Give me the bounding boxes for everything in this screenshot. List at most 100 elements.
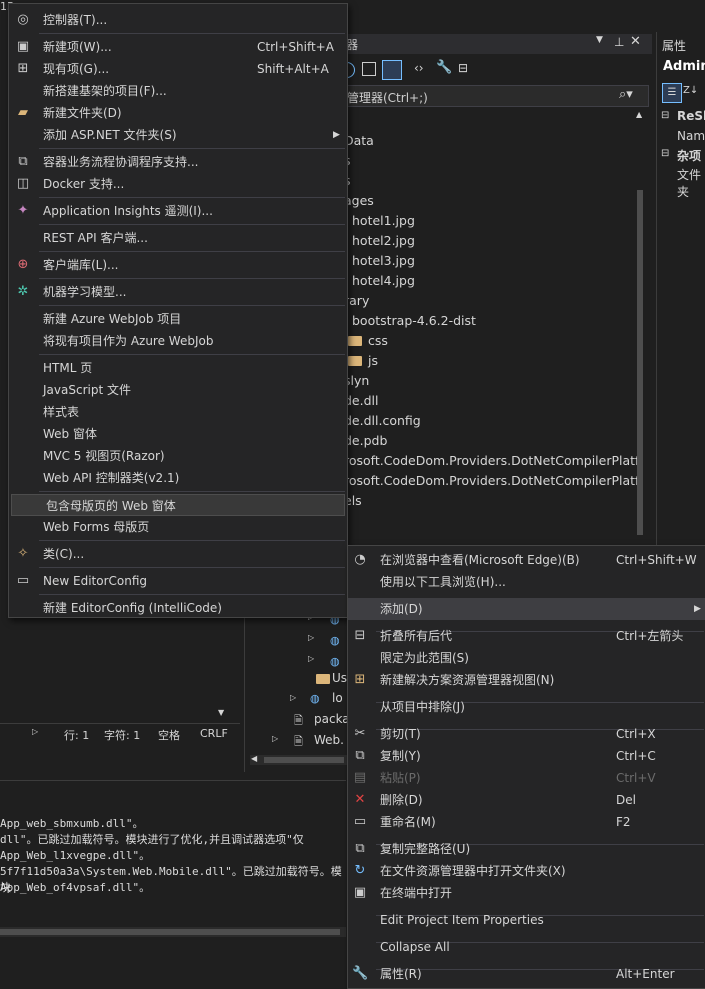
context-menu-item[interactable]: ▣ 在终端中打开 xyxy=(348,882,705,904)
add-menu-item[interactable]: 包含母版页的 Web 窗体 xyxy=(11,494,345,516)
add-menu-item[interactable]: REST API 客户端... xyxy=(9,227,347,249)
search-icon[interactable]: ⌕▾ xyxy=(619,87,633,102)
add-menu-item[interactable]: ▰ 新建文件夹(D) xyxy=(9,102,347,124)
context-menu-item[interactable]: Edit Project Item Properties xyxy=(348,909,705,931)
add-menu-item[interactable]: 新建 EditorConfig (IntelliCode) xyxy=(9,597,347,619)
add-menu-item[interactable]: ⊞ 现有项(G)... Shift+Alt+A xyxy=(9,58,347,80)
context-menu-item[interactable]: ↻ 在文件资源管理器中打开文件夹(X) xyxy=(348,860,705,882)
context-menu-item[interactable]: ✂ 剪切(T) Ctrl+X xyxy=(348,723,705,745)
add-menu-item[interactable]: Web API 控制器类(v2.1) xyxy=(9,467,347,489)
tree-expander-icon[interactable]: ▷ xyxy=(308,654,314,663)
close-icon[interactable]: ✕ xyxy=(630,34,641,49)
tree-item[interactable]: hotel4.jpg xyxy=(352,273,415,288)
context-menu-item[interactable]: ⧉ 复制完整路径(U) xyxy=(348,838,705,860)
add-menu-item[interactable]: 添加 ASP.NET 文件夹(S) ▶ xyxy=(9,124,347,146)
tree-expander-icon[interactable]: ▷ xyxy=(272,734,278,743)
tree-item[interactable]: js xyxy=(348,353,378,368)
context-menu-item[interactable]: ▭ 重命名(M) F2 xyxy=(348,811,705,833)
tree-item[interactable]: Web. xyxy=(314,733,344,747)
tree-item[interactable]: lo xyxy=(332,691,343,705)
add-menu-item[interactable]: 新搭建基架的项目(F)... xyxy=(9,80,347,102)
tree-scrollbar[interactable]: ▲ xyxy=(636,110,644,545)
tree-item[interactable]: de.dll.config xyxy=(344,413,421,428)
scroll-left-icon[interactable]: ◀ xyxy=(251,754,257,763)
pin-icon[interactable]: ⊥ xyxy=(614,35,624,49)
tree-item-label: de.dll.config xyxy=(344,413,421,428)
tree-item[interactable]: rosoft.CodeDom.Providers.DotNetCompilerP… xyxy=(344,453,639,468)
tree-item[interactable]: bootstrap-4.6.2-dist xyxy=(352,313,476,328)
add-menu-item[interactable]: HTML 页 xyxy=(9,357,347,379)
categorized-icon[interactable]: ☰ xyxy=(662,83,682,103)
add-menu-item[interactable]: ✲ 机器学习模型... xyxy=(9,281,347,303)
context-menu-item[interactable]: ⊟ 折叠所有后代 Ctrl+左箭头 xyxy=(348,625,705,647)
context-menu-item[interactable]: ◔ 在浏览器中查看(Microsoft Edge)(B) Ctrl+Shift+W xyxy=(348,549,705,571)
char-indicator[interactable]: 字符: 1 xyxy=(104,727,140,743)
add-menu-item[interactable]: JavaScript 文件 xyxy=(9,379,347,401)
search-box[interactable]: 管理器(Ctrl+;) ⌕▾ xyxy=(344,85,649,107)
add-menu-item[interactable]: ✧ 类(C)... xyxy=(9,543,347,565)
menu-item-label: 新搭建基架的项目(F)... xyxy=(43,84,167,98)
tree-item[interactable]: hotel3.jpg xyxy=(352,253,415,268)
tree-item[interactable]: de.pdb xyxy=(344,433,387,448)
add-menu-item[interactable]: ▣ 新建项(W)... Ctrl+Shift+A xyxy=(9,36,347,58)
add-menu-item[interactable]: ▭ New EditorConfig xyxy=(9,570,347,592)
horizontal-scrollbar[interactable]: ◀ xyxy=(250,754,348,765)
copy-path-icon: ⧉ xyxy=(355,841,365,856)
menu-item-shortcut: Ctrl+Shift+A xyxy=(257,40,334,54)
tree-expander-icon[interactable]: ▷ xyxy=(308,633,314,642)
show-all-files-icon[interactable] xyxy=(382,60,402,80)
output-hscroll[interactable] xyxy=(0,927,346,937)
dropdown-icon[interactable]: ▼ xyxy=(596,35,603,45)
add-menu-item[interactable]: MVC 5 视图页(Razor) xyxy=(9,445,347,467)
add-menu-item[interactable]: ⊕ 客户端库(L)... xyxy=(9,254,347,276)
property-category: ReSh xyxy=(677,109,705,123)
line-ending-indicator[interactable]: CRLF xyxy=(200,727,228,740)
context-menu-item[interactable]: 从项目中排除(J) xyxy=(348,696,705,718)
line-indicator[interactable]: 行: 1 xyxy=(64,727,89,743)
add-menu-item[interactable]: Web 窗体 xyxy=(9,423,347,445)
collapse-icon[interactable] xyxy=(362,62,376,76)
add-menu-item[interactable]: ◫ Docker 支持... xyxy=(9,173,347,195)
expand-toggle-icon[interactable]: ⊟ xyxy=(661,148,669,159)
tree-item[interactable]: de.dll xyxy=(344,393,378,408)
scroll-up-icon[interactable]: ▲ xyxy=(636,110,642,119)
tree-item[interactable]: css xyxy=(348,333,388,348)
paste-icon: ▤ xyxy=(353,770,367,785)
context-menu-item[interactable]: 🔧 属性(R) Alt+Enter xyxy=(348,963,705,985)
whitespace-indicator[interactable]: 空格 xyxy=(158,727,180,743)
tree-expander-icon[interactable]: ▷ xyxy=(290,693,296,702)
scroll-right-icon[interactable]: ▷ xyxy=(32,727,38,736)
context-menu-item[interactable]: 添加(D) ▶ xyxy=(348,598,705,620)
scroll-down-icon[interactable]: ▼ xyxy=(218,708,224,717)
tree-item[interactable]: ages xyxy=(344,193,374,208)
expand-toggle-icon[interactable]: ⊟ xyxy=(661,110,669,121)
add-menu-item[interactable]: ◎ 控制器(T)... xyxy=(9,9,347,31)
menu-item-label: Web 窗体 xyxy=(43,427,97,441)
scroll-thumb[interactable] xyxy=(264,757,344,763)
context-menu-item[interactable]: ⊞ 新建解决方案资源管理器视图(N) xyxy=(348,669,705,691)
tree-item[interactable]: hotel2.jpg xyxy=(352,233,415,248)
context-menu-item[interactable]: 限定为此范围(S) xyxy=(348,647,705,669)
context-menu-item[interactable]: ⧉ 复制(Y) Ctrl+C xyxy=(348,745,705,767)
scroll-thumb[interactable] xyxy=(637,190,643,535)
add-menu-item[interactable]: ✦ Application Insights 遥测(I)... xyxy=(9,200,347,222)
add-menu-item[interactable]: Web Forms 母版页 xyxy=(9,516,347,538)
context-menu-item[interactable]: 使用以下工具浏览(H)... xyxy=(348,571,705,593)
tree-item[interactable]: Us xyxy=(332,671,347,685)
add-menu-item[interactable]: ⧉ 容器业务流程协调程序支持... xyxy=(9,151,347,173)
tree-item-label: rosoft.CodeDom.Providers.DotNetCompilerP… xyxy=(344,473,640,488)
alphabetical-icon[interactable]: Z↓ xyxy=(683,85,698,96)
code-icon[interactable]: ‹› xyxy=(414,61,424,75)
tree-item[interactable]: Data xyxy=(344,133,374,148)
wrench-icon[interactable]: 🔧 xyxy=(436,60,452,75)
preview-icon[interactable]: ⊟ xyxy=(458,61,468,75)
add-menu-item[interactable]: 将现有项目作为 Azure WebJob xyxy=(9,330,347,352)
tree-item[interactable]: rosoft.CodeDom.Providers.DotNetCompilerP… xyxy=(344,473,639,488)
tree-item[interactable]: hotel1.jpg xyxy=(352,213,415,228)
scroll-thumb[interactable] xyxy=(0,929,340,935)
tree-item[interactable]: packa xyxy=(314,712,350,726)
context-menu-item[interactable]: Collapse All xyxy=(348,936,705,958)
context-menu-item[interactable]: ✕ 删除(D) Del xyxy=(348,789,705,811)
add-menu-item[interactable]: 样式表 xyxy=(9,401,347,423)
add-menu-item[interactable]: 新建 Azure WebJob 项目 xyxy=(9,308,347,330)
